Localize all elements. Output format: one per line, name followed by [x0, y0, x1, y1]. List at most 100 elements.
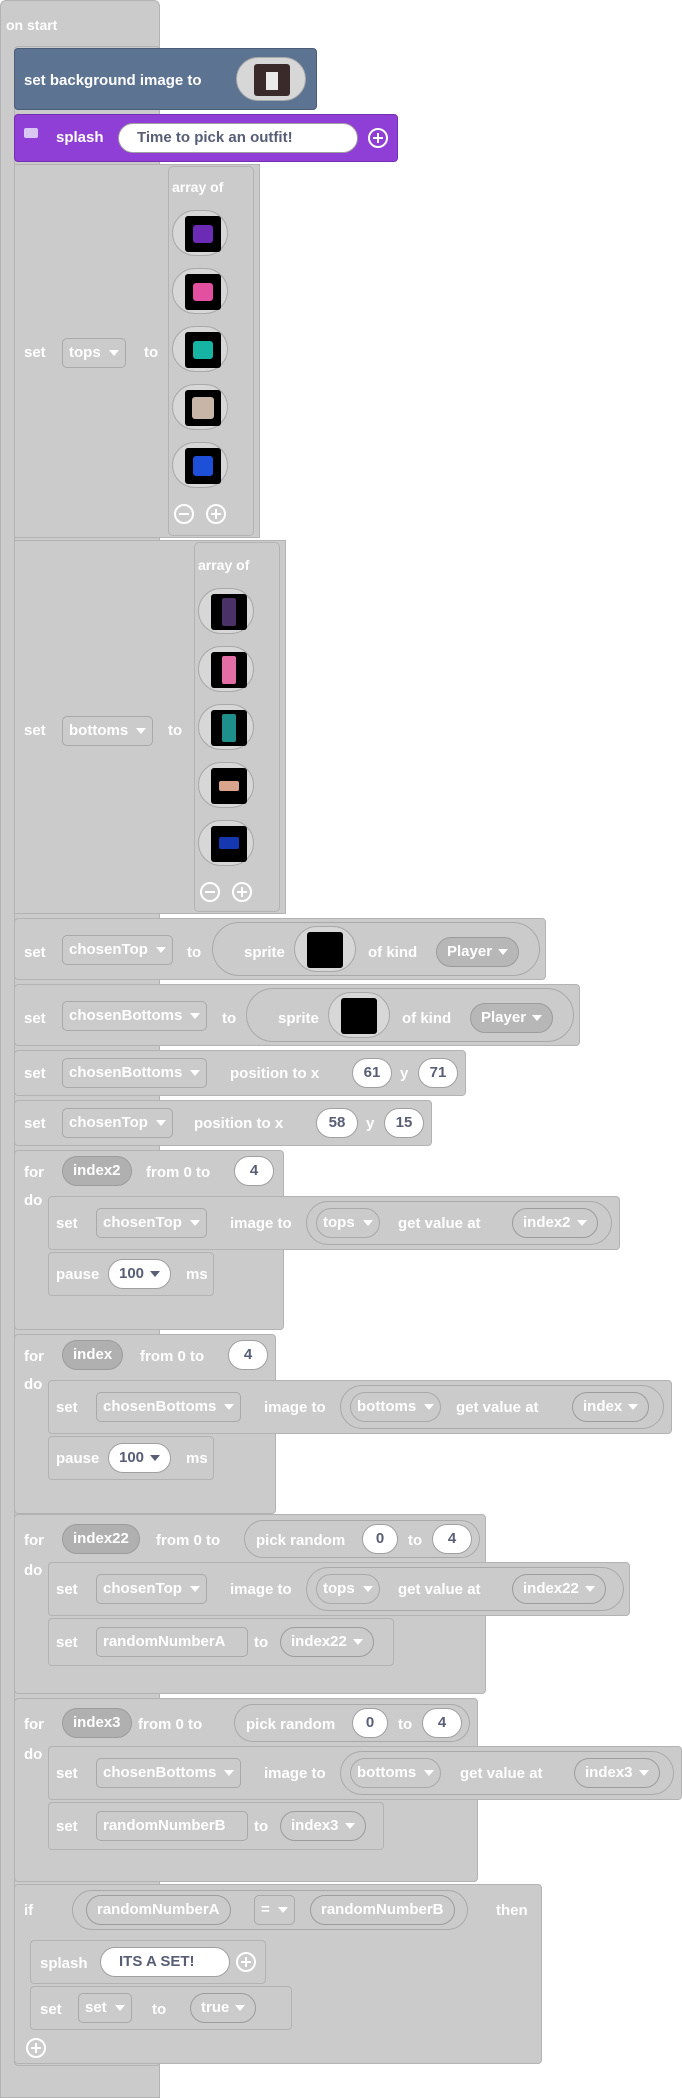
- index3-assign-dropdown[interactable]: index3: [280, 1811, 366, 1841]
- label-set: set: [40, 2001, 62, 2018]
- chosentop-x-input[interactable]: 58: [316, 1108, 358, 1138]
- splash-text-input-2[interactable]: ITS A SET!: [100, 1947, 230, 1977]
- splash-add-param-icon[interactable]: [368, 128, 388, 148]
- random-max-input-2[interactable]: 4: [422, 1708, 462, 1738]
- label-for: for: [24, 1164, 44, 1181]
- label-for: for: [24, 1716, 44, 1733]
- bottoms-item-3[interactable]: [198, 704, 254, 750]
- randomnumberb-value-pill[interactable]: randomNumberB: [310, 1895, 455, 1925]
- index3-value-dropdown[interactable]: index3: [574, 1758, 660, 1788]
- index3-variable[interactable]: index3: [62, 1708, 132, 1738]
- comment-icon: [24, 128, 38, 138]
- random-min-input-2[interactable]: 0: [352, 1708, 388, 1738]
- splash-label: splash: [56, 129, 104, 146]
- chosenbottoms-sprite-image-picker[interactable]: [328, 992, 390, 1038]
- bottoms-add-item-icon[interactable]: [232, 882, 252, 902]
- teal-pants-icon: [222, 714, 236, 742]
- index22-assign-dropdown[interactable]: index22: [280, 1627, 374, 1657]
- background-thumbnail-icon: [266, 72, 278, 90]
- label-from-0-to: from 0 to: [156, 1532, 221, 1549]
- randomnumbera-dropdown[interactable]: randomNumberA: [96, 1627, 248, 1657]
- label-position-to-x: position to x: [230, 1065, 320, 1082]
- label-of-kind: of kind: [368, 944, 418, 961]
- label-to: to: [254, 1818, 269, 1835]
- random-min-input[interactable]: 0: [362, 1524, 398, 1554]
- index-value-dropdown[interactable]: index: [572, 1392, 650, 1422]
- tops-item-4[interactable]: [172, 384, 228, 430]
- splash-text-input[interactable]: Time to pick an outfit!: [118, 123, 358, 153]
- tops-item-1[interactable]: [172, 210, 228, 256]
- if-add-else-icon[interactable]: [26, 2038, 46, 2058]
- label-do: do: [24, 1746, 43, 1763]
- pause-ms-dropdown[interactable]: 100: [108, 1259, 172, 1289]
- chosenbottoms-position-dropdown[interactable]: chosenBottoms: [62, 1058, 208, 1088]
- set-bottoms-set-label: set: [24, 722, 46, 739]
- label-if: if: [24, 1902, 34, 1919]
- chosenbottoms-y-input[interactable]: 71: [418, 1058, 458, 1088]
- randomnumbera-value-pill[interactable]: randomNumberA: [86, 1895, 231, 1925]
- label-set: set: [56, 1634, 78, 1651]
- label-get-value-at: get value at: [398, 1215, 481, 1232]
- chosenbottoms-image-dropdown-2[interactable]: chosenBottoms: [96, 1758, 242, 1788]
- chosentop-kind-dropdown[interactable]: Player: [436, 937, 520, 967]
- index2-value-dropdown[interactable]: index2: [512, 1208, 598, 1238]
- label-sprite: sprite: [244, 944, 285, 961]
- tops-variable-dropdown[interactable]: tops: [62, 338, 126, 368]
- chosentop-position-dropdown[interactable]: chosenTop: [62, 1108, 173, 1138]
- label-to: to: [152, 2001, 167, 2018]
- bottoms-item-1[interactable]: [198, 588, 254, 634]
- tops-remove-item-icon[interactable]: [174, 504, 194, 524]
- index22-value-dropdown[interactable]: index22: [512, 1574, 606, 1604]
- tops-array-dropdown[interactable]: tops: [316, 1208, 380, 1238]
- bottoms-variable-dropdown[interactable]: bottoms: [62, 716, 154, 746]
- chosentop-image-dropdown-2[interactable]: chosenTop: [96, 1574, 207, 1604]
- bottoms-remove-item-icon[interactable]: [200, 882, 220, 902]
- bottoms-item-5[interactable]: [198, 820, 254, 866]
- label-set: set: [24, 1010, 46, 1027]
- chosentop-y-input[interactable]: 15: [384, 1108, 424, 1138]
- tops-item-2[interactable]: [172, 268, 228, 314]
- blue-shorts-icon: [219, 837, 239, 849]
- label-get-value-at: get value at: [398, 1581, 481, 1598]
- chosentop-image-dropdown[interactable]: chosenTop: [96, 1208, 207, 1238]
- label-then: then: [496, 1902, 528, 1919]
- index-limit-input[interactable]: 4: [228, 1340, 268, 1370]
- label-set: set: [24, 1065, 46, 1082]
- equals-operator-dropdown[interactable]: =: [254, 1895, 295, 1925]
- set-variable-dropdown[interactable]: set: [78, 1993, 132, 2023]
- pause-ms-dropdown-2[interactable]: 100: [108, 1443, 172, 1473]
- purple-pants-icon: [222, 598, 236, 626]
- tops-array-dropdown-2[interactable]: tops: [316, 1574, 380, 1604]
- chosenbottoms-kind-dropdown[interactable]: Player: [470, 1003, 554, 1033]
- chosentop-variable-dropdown[interactable]: chosenTop: [62, 935, 173, 965]
- splash-add-param-icon-2[interactable]: [236, 1952, 256, 1972]
- index22-variable[interactable]: index22: [62, 1524, 140, 1554]
- bottoms-array-label: array of: [198, 557, 250, 573]
- chosenbottoms-x-input[interactable]: 61: [352, 1058, 392, 1088]
- index2-variable[interactable]: index2: [62, 1156, 132, 1186]
- randomnumberb-dropdown[interactable]: randomNumberB: [96, 1811, 248, 1841]
- teal-top-icon: [193, 341, 213, 359]
- random-max-input[interactable]: 4: [432, 1524, 472, 1554]
- label-pause: pause: [56, 1450, 100, 1467]
- index-variable[interactable]: index: [62, 1340, 124, 1370]
- bottoms-array-dropdown-2[interactable]: bottoms: [350, 1758, 442, 1788]
- set-background-label: set background image to: [24, 72, 202, 89]
- pink-top-icon: [193, 283, 213, 301]
- tops-add-item-icon[interactable]: [206, 504, 226, 524]
- index2-limit-input[interactable]: 4: [234, 1156, 274, 1186]
- chosenbottoms-variable-dropdown[interactable]: chosenBottoms: [62, 1001, 208, 1031]
- label-position-to-x: position to x: [194, 1115, 284, 1132]
- chosentop-sprite-image-picker[interactable]: [294, 926, 356, 972]
- chosenbottoms-image-dropdown[interactable]: chosenBottoms: [96, 1392, 242, 1422]
- bottoms-item-2[interactable]: [198, 646, 254, 692]
- tops-item-5[interactable]: [172, 442, 228, 488]
- boolean-true-dropdown[interactable]: true: [190, 1993, 257, 2023]
- background-image-picker[interactable]: [236, 57, 306, 101]
- label-image-to: image to: [264, 1765, 326, 1782]
- purple-top-icon: [193, 225, 213, 243]
- bottoms-item-4[interactable]: [198, 762, 254, 808]
- tops-array-label: array of: [172, 179, 224, 195]
- tops-item-3[interactable]: [172, 326, 228, 372]
- bottoms-array-dropdown[interactable]: bottoms: [350, 1392, 442, 1422]
